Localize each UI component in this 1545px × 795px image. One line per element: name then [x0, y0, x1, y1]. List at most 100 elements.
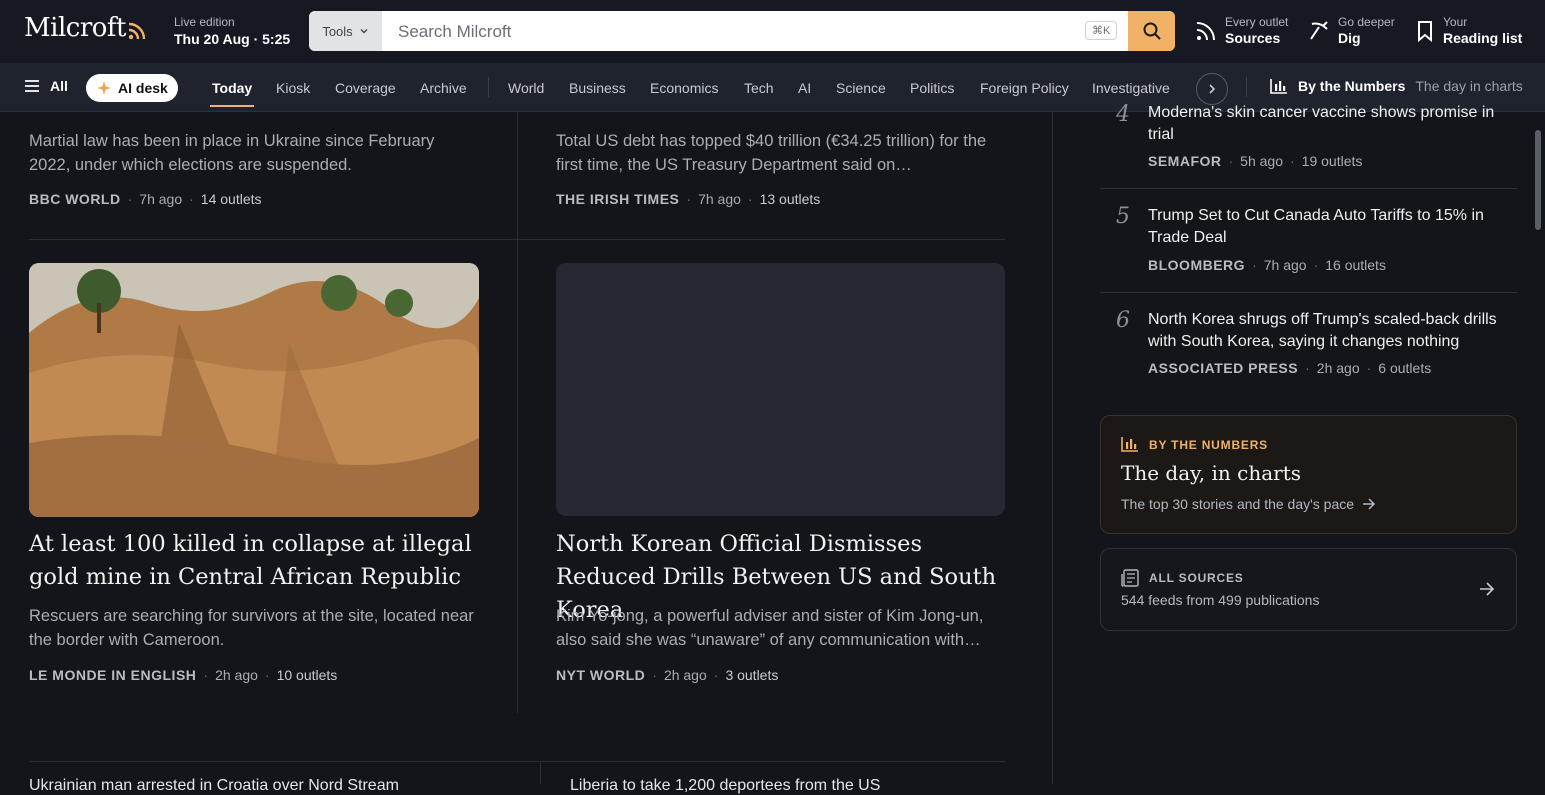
logo[interactable]: Milcroft — [24, 13, 126, 43]
story-rank: 4 — [1116, 102, 1130, 127]
story-outlets[interactable]: 14 outlets — [201, 191, 262, 207]
sidebar-story[interactable]: 6 North Korea shrugs off Trump's scaled-… — [1100, 308, 1517, 396]
story-summary: Rescuers are searching for survivors at … — [29, 607, 474, 649]
nav-section-ai[interactable]: AI — [798, 80, 811, 96]
nav-section-world[interactable]: World — [508, 80, 544, 96]
story-summary: Total US debt has topped $40 trillion (€… — [556, 132, 987, 174]
nav-tab-archive[interactable]: Archive — [420, 80, 467, 96]
sidebar-story[interactable]: 5 Trump Set to Cut Canada Auto Tariffs t… — [1100, 204, 1517, 292]
story-meta: NYT WORLD · 2h ago · 3 outlets — [556, 667, 779, 683]
card-title: The day, in charts — [1121, 461, 1301, 485]
column-divider — [517, 111, 518, 713]
story-time: 7h ago — [1263, 257, 1307, 273]
story-rank: 6 — [1116, 308, 1130, 333]
by-the-numbers-sub: The day in charts — [1415, 78, 1523, 94]
tools-label: Tools — [322, 23, 353, 39]
story-time: 7h ago — [139, 191, 183, 207]
card-subtitle-row: The top 30 stories and the day's pace — [1121, 496, 1376, 512]
bar-chart-icon — [1121, 437, 1138, 452]
story-headline[interactable]: At least 100 killed in collapse at illeg… — [29, 528, 479, 594]
story-outlets[interactable]: 16 outlets — [1325, 257, 1386, 273]
search-shortcut: ⌘K — [1085, 21, 1118, 40]
by-the-numbers-label: By the Numbers — [1298, 78, 1406, 94]
scrollbar-thumb[interactable] — [1535, 130, 1541, 230]
newspaper-icon — [1121, 569, 1139, 587]
story-outlets[interactable]: 13 outlets — [760, 191, 821, 207]
story-source[interactable]: LE MONDE IN ENGLISH — [29, 667, 196, 683]
nav-section-business[interactable]: Business — [569, 80, 626, 96]
rss-icon — [128, 22, 146, 40]
sidebar-story[interactable]: 4 Moderna's skin cancer vaccine shows pr… — [1100, 100, 1517, 188]
story-meta: ASSOCIATED PRESS · 2h ago · 6 outlets — [1148, 360, 1432, 376]
row-divider — [29, 761, 1005, 762]
arrow-right-icon — [1363, 498, 1376, 510]
nav-section-foreign-policy[interactable]: Foreign Policy — [980, 80, 1069, 96]
story-outlets[interactable]: 19 outlets — [1302, 153, 1363, 169]
menu-icon — [25, 80, 39, 92]
nav-section-economics[interactable]: Economics — [650, 80, 718, 96]
story-meta: THE IRISH TIMES · 7h ago · 13 outlets — [556, 191, 821, 207]
dig-big: Dig — [1338, 30, 1361, 46]
chevron-right-icon — [1209, 84, 1216, 94]
story-image[interactable] — [29, 263, 479, 517]
story-outlets[interactable]: 10 outlets — [277, 667, 338, 683]
story-meta: SEMAFOR · 5h ago · 19 outlets — [1148, 153, 1363, 169]
nav-section-tech[interactable]: Tech — [744, 80, 774, 96]
nav-section-science[interactable]: Science — [836, 80, 886, 96]
nav-tab-today[interactable]: Today — [212, 80, 252, 96]
edition-date: Thu 20 Aug · 5:25 — [174, 31, 291, 47]
story-title[interactable]: Trump Set to Cut Canada Auto Tariffs to … — [1148, 205, 1518, 249]
by-the-numbers-link[interactable]: By the Numbers The day in charts — [1270, 78, 1523, 94]
sources-small: Every outlet — [1225, 15, 1289, 29]
by-the-numbers-card[interactable]: BY THE NUMBERS The day, in charts The to… — [1100, 415, 1517, 534]
nav-tab-coverage[interactable]: Coverage — [335, 80, 396, 96]
story-time: 5h ago — [1240, 153, 1283, 169]
search-icon — [1143, 22, 1161, 40]
card-kicker: BY THE NUMBERS — [1149, 438, 1268, 452]
story-source[interactable]: SEMAFOR — [1148, 153, 1222, 169]
search-input[interactable] — [396, 11, 1090, 51]
story-source[interactable]: ASSOCIATED PRESS — [1148, 360, 1298, 376]
dig-link[interactable]: Go deeper Dig — [1308, 15, 1395, 46]
dig-small: Go deeper — [1338, 15, 1395, 29]
nav-section-investigative[interactable]: Investigative — [1092, 80, 1170, 96]
story-source[interactable]: NYT WORLD — [556, 667, 645, 683]
ai-desk-label: AI desk — [118, 80, 168, 96]
story-rank: 5 — [1116, 204, 1130, 229]
nav-divider — [1246, 77, 1247, 97]
chevron-down-icon — [360, 29, 368, 34]
story-source[interactable]: BLOOMBERG — [1148, 257, 1245, 273]
nav-tab-kiosk[interactable]: Kiosk — [276, 80, 310, 96]
story-source[interactable]: THE IRISH TIMES — [556, 191, 679, 207]
story-source[interactable]: BBC WORLD — [29, 191, 121, 207]
card-kicker: ALL SOURCES — [1149, 571, 1244, 585]
edition-label: Live edition — [174, 15, 235, 29]
story-outlets[interactable]: 3 outlets — [725, 667, 778, 683]
tools-dropdown[interactable]: Tools — [309, 11, 382, 51]
nav-divider — [488, 77, 489, 97]
story-title[interactable]: North Korea shrugs off Trump's scaled-ba… — [1148, 309, 1518, 353]
bar-chart-icon — [1270, 79, 1287, 94]
all-sources-card[interactable]: ALL SOURCES 544 feeds from 499 publicati… — [1100, 548, 1517, 631]
rss-icon — [1196, 21, 1215, 40]
story-meta: LE MONDE IN ENGLISH · 2h ago · 10 outlets — [29, 667, 338, 683]
nav-all-button[interactable]: All — [24, 78, 68, 94]
story-title[interactable]: Ukrainian man arrested in Croatia over N… — [29, 777, 399, 795]
card-subtitle: 544 feeds from 499 publications — [1121, 592, 1320, 608]
sidebar-divider — [1100, 188, 1517, 189]
edition-info: Live edition Thu 20 Aug · 5:25 — [174, 15, 290, 47]
story-time: 7h ago — [698, 191, 741, 207]
story-outlets[interactable]: 6 outlets — [1378, 360, 1431, 376]
nav-section-politics[interactable]: Politics — [910, 80, 954, 96]
sidebar-divider — [1100, 292, 1517, 293]
story-title[interactable]: Liberia to take 1,200 deportees from the… — [570, 777, 880, 795]
story-meta: BBC WORLD · 7h ago · 14 outlets — [29, 191, 262, 207]
sources-big: Sources — [1225, 30, 1281, 46]
card-subtitle: The top 30 stories and the day's pace — [1121, 496, 1355, 512]
reading-list-link[interactable]: Your Reading list — [1415, 15, 1522, 46]
ai-desk-button[interactable]: AI desk — [86, 74, 178, 102]
story-title[interactable]: Moderna's skin cancer vaccine shows prom… — [1148, 102, 1518, 146]
story-image-placeholder[interactable] — [556, 263, 1005, 516]
search-button[interactable] — [1128, 11, 1175, 51]
sources-link[interactable]: Every outlet Sources — [1195, 15, 1288, 46]
